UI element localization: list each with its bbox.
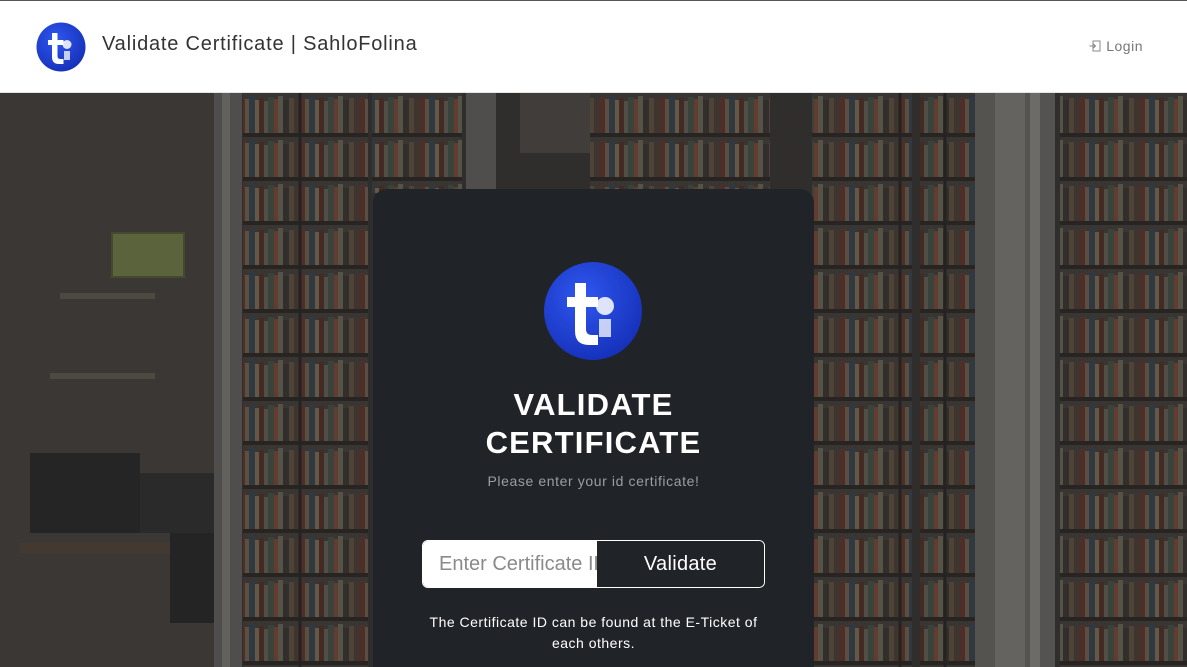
validate-button[interactable]: Validate (597, 541, 764, 587)
validate-card: VALIDATE CERTIFICATE Please enter your i… (373, 189, 814, 667)
hero-section: VALIDATE CERTIFICATE Please enter your i… (0, 93, 1187, 667)
login-icon (1089, 40, 1101, 52)
card-title-line-2: CERTIFICATE (485, 425, 702, 460)
navbar: Validate Certificate | SahloFolina Login (0, 1, 1187, 93)
brand-logo-icon (544, 262, 642, 360)
card-title: VALIDATE CERTIFICATE (373, 386, 814, 462)
certificate-id-input[interactable] (423, 541, 597, 587)
brand-logo-icon[interactable] (36, 22, 86, 72)
login-label: Login (1106, 38, 1143, 54)
certificate-help-text: The Certificate ID can be found at the E… (429, 614, 758, 651)
page-title: Validate Certificate | SahloFolina (102, 33, 418, 55)
card-title-line-1: VALIDATE (513, 387, 674, 422)
card-subtitle: Please enter your id certificate! (487, 473, 700, 489)
certificate-form: Validate (422, 540, 765, 588)
login-link[interactable]: Login (1089, 38, 1143, 54)
